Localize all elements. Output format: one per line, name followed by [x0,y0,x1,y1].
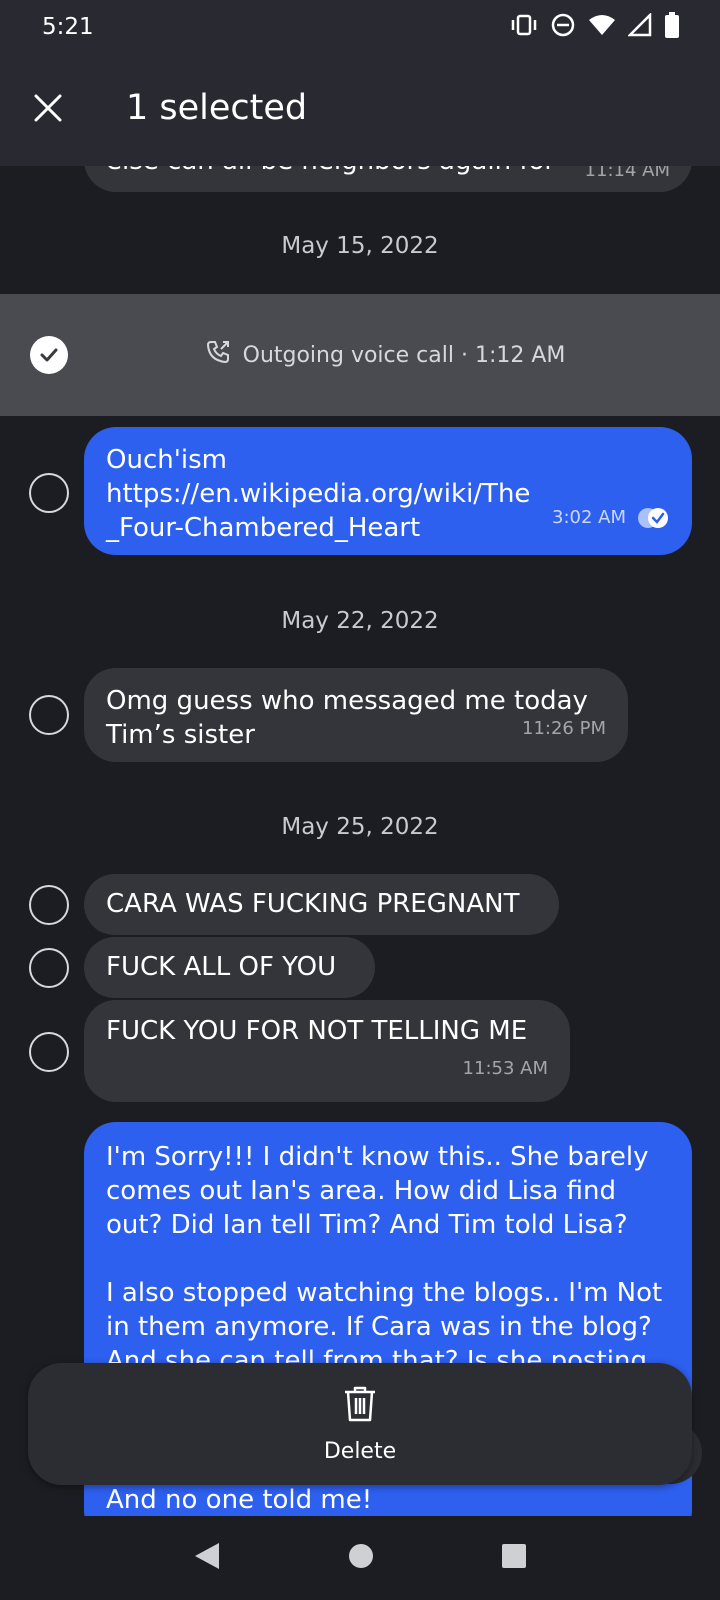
message-time: 11:26 PM [522,718,606,739]
message-text-line: out? Did Ian tell Tim? And Tim told Lisa… [106,1210,628,1240]
select-radio[interactable] [29,695,69,735]
message-text-line: comes out Ian's area. How did Lisa find [106,1176,617,1206]
read-receipt-icon [636,505,670,539]
battery-icon [664,12,680,38]
date-separator: May 22, 2022 [281,608,439,634]
close-selection-button[interactable] [22,84,74,136]
trash-icon[interactable] [342,1385,378,1427]
selection-action-sheet[interactable]: Delete [28,1363,692,1485]
select-radio[interactable] [29,473,69,513]
message-text: FUCK ALL OF YOU [106,952,337,982]
message-text: CARA WAS FUCKING PREGNANT [106,889,520,919]
select-radio[interactable] [29,885,69,925]
home-icon[interactable] [348,1543,374,1573]
system-nav-bar [0,1516,720,1600]
select-radio[interactable] [29,1032,69,1072]
back-icon[interactable] [193,1541,221,1575]
status-time: 5:21 [42,14,94,40]
close-icon [33,93,63,127]
message-time: 11:53 AM [462,1058,548,1079]
message-bubble-outgoing[interactable]: Ouch'ism https://en.wikipedia.org/wiki/T… [84,427,692,555]
call-label: Outgoing voice call · 1:12 AM [242,342,566,368]
message-text-line: Ouch'ism [106,445,227,475]
message-text-line: I'm Sorry!!! I didn't know this.. She ba… [106,1142,649,1172]
wifi-icon [588,13,616,37]
message-bubble[interactable]: CARA WAS FUCKING PREGNANT [84,874,559,935]
status-icons [510,12,680,38]
message-bubble[interactable]: Omg guess who messaged me today Tim’s si… [84,668,628,762]
cell-signal-icon [628,13,652,37]
status-bar: 5:21 [0,0,720,54]
message-text-line: I also stopped watching the blogs.. I'm … [106,1278,663,1308]
message-bubble[interactable]: FUCK YOU FOR NOT TELLING ME 11:53 AM [84,1000,570,1102]
selection-count-title: 1 selected [126,88,308,128]
do-not-disturb-icon [550,12,576,38]
date-separator: May 15, 2022 [281,233,439,259]
message-text: FUCK YOU FOR NOT TELLING ME [106,1016,528,1046]
call-event: Outgoing voice call · 1:12 AM [0,294,720,416]
message-time: 3:02 AM [552,507,626,528]
message-bubble[interactable]: FUCK ALL OF YOU [84,937,375,998]
vibrate-icon [510,13,538,37]
delete-button[interactable]: Delete [324,1439,396,1464]
date-separator: May 25, 2022 [281,814,439,840]
recents-icon[interactable] [501,1543,527,1573]
message-text-line: in them anymore. If Cara was in the blog… [106,1312,652,1342]
select-radio[interactable] [29,948,69,988]
outgoing-call-icon [205,339,231,371]
conversation[interactable]: else can all be neighbors again for 11:1… [0,0,720,1516]
message-text-line: And no one told me! [106,1485,373,1515]
selected-call-row[interactable]: Outgoing voice call · 1:12 AM [0,294,720,416]
selection-app-bar: 1 selected [0,54,720,166]
